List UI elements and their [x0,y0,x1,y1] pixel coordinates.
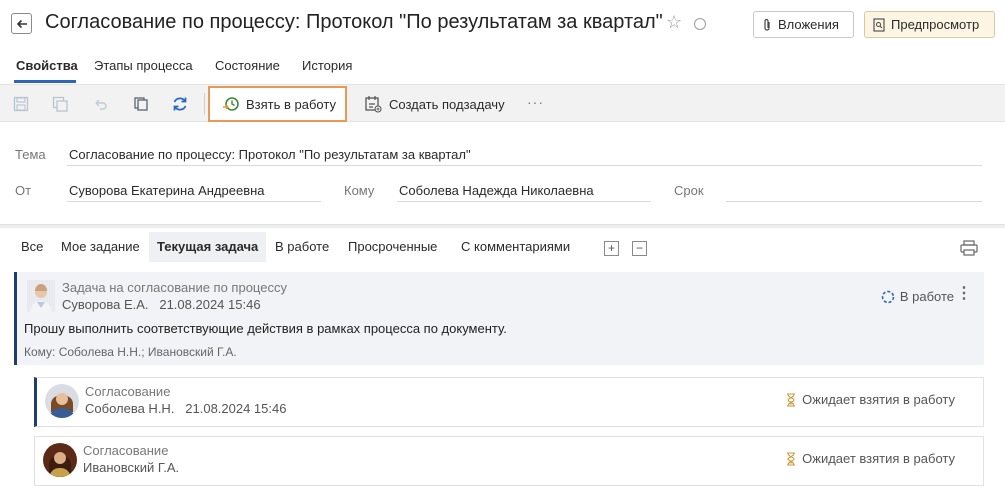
filter-with-comments[interactable]: С комментариями [461,232,570,262]
section-divider [0,224,1005,228]
avatar [43,443,77,477]
subtask-card[interactable]: Согласование Соболева Н.Н. 21.08.2024 15… [34,377,984,427]
back-button[interactable] [11,13,32,34]
subject-field[interactable]: Согласование по процессу: Протокол "По р… [67,144,982,166]
tab-bar: Свойства Этапы процесса Состояние Истори… [0,52,1005,84]
task-title: Задача на согласование по процессу [62,280,287,295]
undo-icon[interactable] [90,94,110,114]
filter-current-task[interactable]: Текущая задача [149,232,267,262]
preview-label: Предпросмотр [891,17,980,32]
subtask-icon [365,96,382,113]
task-card[interactable]: Задача на согласование по процессу Сувор… [14,272,984,365]
tab-properties[interactable]: Свойства [16,58,78,73]
save-and-close-icon[interactable] [50,94,70,114]
preview-button[interactable]: Предпросмотр [864,11,995,38]
task-form: Тема Согласование по процессу: Протокол … [0,122,1005,227]
from-field[interactable]: Суворова Екатерина Андреевна [67,180,321,202]
status-label: В работе [899,289,954,304]
task-author-date: Суворова Е.А. 21.08.2024 15:46 [62,297,261,312]
active-tab-indicator [14,80,76,83]
subtask-author-date: Соболева Н.Н. 21.08.2024 15:46 [85,401,287,416]
hourglass-icon [787,392,796,407]
subject-label: Тема [15,147,46,162]
avatar [27,280,55,312]
window-header: Согласование по процессу: Протокол "По р… [0,0,1005,48]
filter-in-work[interactable]: В работе [275,232,329,262]
refresh-icon[interactable] [170,94,190,114]
status-badge: Ожидает взятия в работу [785,392,955,407]
take-to-work-icon [223,97,239,111]
in-progress-icon [881,290,895,303]
expand-all-button[interactable]: + [604,241,619,256]
subtask-author-date: Ивановский Г.А. [83,460,180,475]
due-label: Срок [674,183,704,198]
due-field[interactable] [726,180,982,202]
filter-overdue[interactable]: Просроченные [348,232,437,262]
status-badge: В работе [881,289,954,304]
create-subtask-label: Создать подзадачу [389,96,505,112]
to-field[interactable]: Соболева Надежда Николаевна [397,180,651,202]
paperclip-icon [764,18,770,31]
attachments-button[interactable]: Вложения [753,11,854,38]
status-circle-icon[interactable] [694,18,706,30]
attachments-label: Вложения [778,17,839,32]
collapse-all-button[interactable]: − [632,241,647,256]
filter-all[interactable]: Все [21,232,43,262]
tab-process-stages[interactable]: Этапы процесса [94,58,193,73]
task-menu-icon[interactable]: ⋮ [956,283,972,303]
status-badge: Ожидает взятия в работу [785,451,955,466]
take-to-work-button[interactable]: Взять в работу [208,86,347,122]
arrow-left-icon [16,19,27,28]
star-icon[interactable]: ☆ [666,12,682,33]
status-label: Ожидает взятия в работу [802,392,955,407]
subtask-title: Согласование [83,443,169,458]
toolbar: Взять в работу Создать подзадачу ··· [0,84,1005,122]
status-label: Ожидает взятия в работу [802,451,955,466]
task-body: Прошу выполнить соответствующие действия… [24,321,507,336]
from-label: От [15,183,32,198]
page-title: Согласование по процессу: Протокол "По р… [45,11,663,33]
filter-my-task[interactable]: Мое задание [61,232,140,262]
task-recipients: Кому: Соболева Н.Н.; Ивановский Г.А. [24,345,237,359]
save-icon[interactable] [11,94,31,114]
subtask-title: Согласование [85,384,171,399]
copy-icon[interactable] [131,94,151,114]
task-filter-bar: Все Мое задание Текущая задача В работе … [0,232,1005,264]
to-label: Кому [344,183,375,198]
tab-history[interactable]: История [302,58,352,73]
avatar [45,384,79,418]
toolbar-separator [204,93,205,115]
print-icon[interactable] [960,240,978,259]
subtask-card[interactable]: Согласование Ивановский Г.А. Ожидает взя… [34,436,984,486]
create-subtask-button[interactable]: Создать подзадачу [364,95,505,113]
preview-icon [873,17,885,32]
tab-state[interactable]: Состояние [215,58,280,73]
take-to-work-label: Взять в работу [246,96,336,112]
more-options-icon[interactable]: ··· [527,94,544,110]
hourglass-icon [787,451,796,466]
